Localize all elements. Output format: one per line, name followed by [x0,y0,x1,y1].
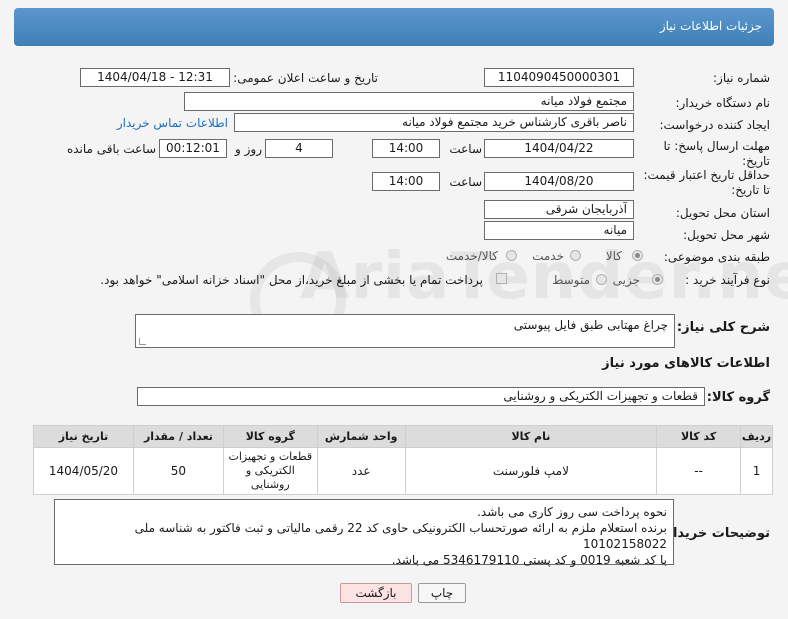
buyer-org-label: نام دستگاه خریدار: [675,96,771,110]
announce-datetime-field: 1404/04/18 - 12:31 [80,68,230,87]
reply-deadline-time-field: 14:00 [372,139,440,158]
category-option-service: خدمت [532,249,564,263]
category-option-goods: کالا [605,249,622,263]
goods-table: ردیف کد کالا نام کالا واحد شمارش گروه کا… [33,425,773,495]
col-group: گروه کالا [222,425,318,448]
price-validity-time-label: ساعت [449,175,482,189]
cell-quantity: 50 [133,447,224,495]
buyer-notes-line-2: برنده استعلام ملزم به ارائه صورتحساب الک… [134,521,667,551]
category-label: طبقه بندی موضوعی: [663,250,770,264]
cell-unit: عدد [316,447,406,495]
buyer-contact-link[interactable]: اطلاعات تماس خریدار [117,116,228,130]
cell-name: لامپ فلورسنت [404,447,658,495]
process-option-minor: جزیی [612,273,640,287]
goods-group-field: قطعات و تجهیزات الکتریکی و روشنایی [137,387,705,406]
price-validity-label: حداقل تاریخ اعتبار قیمت: [643,168,770,182]
category-radio-goods-service[interactable] [506,250,517,261]
goods-group-label: گروه کالا: [706,390,770,405]
remaining-days-field: 4 [265,139,333,158]
delivery-city-label: شهر محل تحویل: [683,228,770,242]
category-option-goods-service: کالا/خدمت [445,249,498,263]
delivery-province-label: استان محل تحویل: [675,206,770,220]
reply-deadline-label-2: تاریخ: [742,154,770,168]
table-row: 1 -- لامپ فلورسنت عدد قطعات و تجهیزات ال… [33,447,773,495]
col-need-date: تاریخ نیاز [33,425,134,448]
price-validity-label-2: تا تاریخ: [731,183,770,197]
remaining-time-label: ساعت باقی مانده [66,142,156,156]
col-quantity: تعداد / مقدار [133,425,224,448]
page-header: جزئیات اطلاعات نیاز [14,8,774,46]
need-number-field: 1104090450000301 [484,68,634,87]
goods-table-header: ردیف کد کالا نام کالا واحد شمارش گروه کا… [33,425,773,448]
cell-group: قطعات و تجهیزات الکتریکی و روشنایی [222,447,318,495]
treasury-payment-note: پرداخت تمام یا بخشی از مبلغ خرید،از محل … [100,273,483,287]
reply-deadline-label: مهلت ارسال پاسخ: تا [663,139,770,153]
treasury-payment-checkbox[interactable] [496,273,507,284]
col-row: ردیف [740,425,773,448]
reply-deadline-date-field: 1404/04/22 [484,139,634,158]
need-description-field: چراغ مهتابی طبق فایل پیوستی [135,314,675,348]
buyer-notes-line-3: با کد شعبه 0019 و کد پستی 5346179110 می … [391,553,667,567]
requester-field: ناصر باقری کارشناس خرید مجتمع فولاد میان… [234,113,634,132]
delivery-city-field: میانه [484,221,634,240]
remaining-time-field: 00:12:01 [159,139,227,158]
price-validity-date-field: 1404/08/20 [484,172,634,191]
price-validity-time-field: 14:00 [372,172,440,191]
page: AriaTender.neT جزئیات اطلاعات نیاز شماره… [0,0,788,619]
need-description-label: شرح کلی نیاز: [676,320,770,335]
category-radio-service[interactable] [570,250,581,261]
back-button[interactable]: بازگشت [340,583,412,603]
col-name: نام کالا [404,425,658,448]
cell-need-date: 1404/05/20 [33,447,134,495]
buyer-notes-line-1: نحوه پرداخت سی روز کاری می باشد. [477,505,667,519]
goods-section-title: اطلاعات کالاهای مورد نیاز [602,356,770,371]
buyer-notes-label: توضیحات خریدار: [660,526,770,541]
reply-deadline-time-label: ساعت [449,142,482,156]
cell-code: -- [656,447,742,495]
need-description-text: چراغ مهتابی طبق فایل پیوستی [513,318,668,332]
col-code: کد کالا [656,425,742,448]
col-unit: واحد شمارش [316,425,406,448]
remaining-days-label: روز و [235,142,262,156]
need-number-label: شماره نیاز: [713,71,770,85]
buyer-org-field: مجتمع فولاد میانه [184,92,634,111]
cell-row: 1 [740,447,773,495]
purchase-process-label: نوع فرآیند خرید : [685,273,770,287]
category-radio-goods[interactable] [632,250,643,261]
requester-label: ایجاد کننده درخواست: [659,118,770,132]
print-button[interactable]: چاپ [418,583,466,603]
buyer-notes-field: نحوه پرداخت سی روز کاری می باشد. برنده ا… [54,499,674,567]
delivery-province-field: آذربایجان شرقی [484,200,634,219]
process-radio-medium[interactable] [596,274,607,285]
process-option-medium: متوسط [552,273,590,287]
resize-handle-icon[interactable] [139,338,146,345]
process-radio-minor[interactable] [652,274,663,285]
page-title: جزئیات اطلاعات نیاز [659,19,762,33]
announce-datetime-label: تاریخ و ساعت اعلان عمومی: [233,71,378,85]
